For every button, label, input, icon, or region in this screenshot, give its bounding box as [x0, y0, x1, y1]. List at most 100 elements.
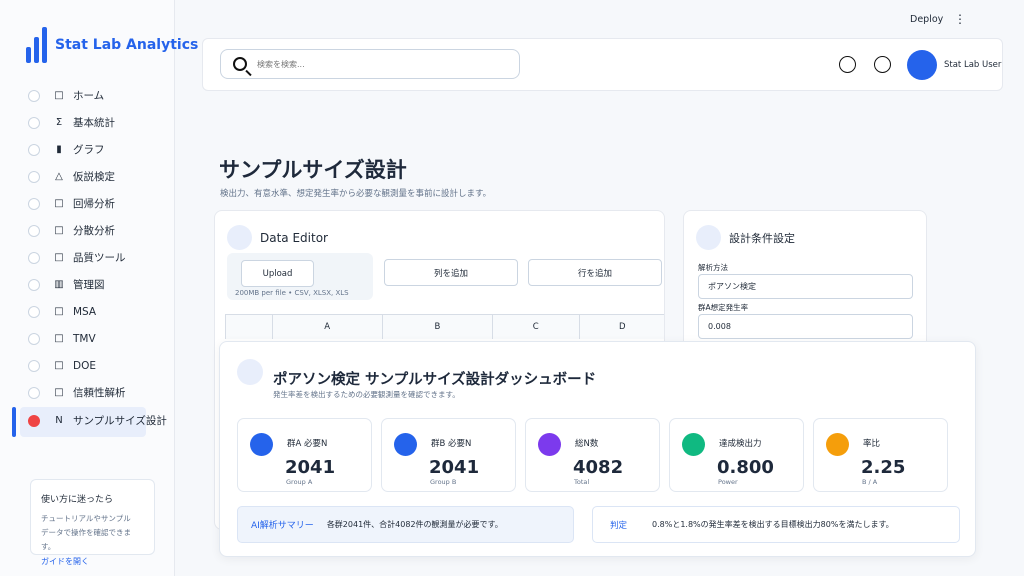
page-subtitle: 検出力、有意水準、想定発生率から必要な観測量を事前に設計します。 [220, 189, 492, 199]
page-icon: □ [54, 360, 64, 371]
sidebar-item-label: DOE [73, 359, 96, 372]
sidebar-item-control-chart[interactable]: ▥ 管理図 [0, 271, 175, 298]
rate-a-input[interactable]: 0.008 [698, 314, 913, 339]
editor-header: Data Editor [227, 225, 328, 250]
page-icon: □ [54, 306, 64, 317]
help-card: 使い方に迷ったら チュートリアルやサンプル データで操作を確認できます。 ガイド… [30, 479, 155, 566]
rate-a-label: 群A想定発生率 [698, 303, 749, 312]
sidebar-item-home[interactable]: □ ホーム [0, 82, 175, 109]
brand[interactable]: Stat Lab Analytics [26, 27, 198, 63]
kpi-dot-icon [682, 433, 705, 456]
radio-icon [28, 251, 40, 264]
radio-icon [28, 116, 40, 129]
kpi-value: 0.800 [717, 457, 774, 478]
kpi-card-total: 総N数 4082 Total [525, 418, 660, 492]
radio-icon [28, 359, 40, 372]
add-column-button[interactable]: 列を追加 [384, 259, 518, 286]
kpi-dot-icon [250, 433, 273, 456]
page-icon: □ [54, 333, 64, 344]
ai-summary-text: 各群2041件、合計4082件の観測量が必要です。 [326, 520, 503, 529]
ai-summary-tag: AI解析サマリー [251, 521, 314, 531]
sidebar-item-basic-stats[interactable]: Σ 基本統計 [0, 109, 175, 136]
guide-link[interactable]: ガイドを開く [41, 556, 144, 567]
sidebar-item-sample-size[interactable]: N サンプルサイズ設計 [0, 407, 175, 437]
kpi-dot-icon [826, 433, 849, 456]
sidebar-item-label: MSA [73, 305, 97, 318]
sidebar-item-label: サンプルサイズ設計 [73, 415, 167, 427]
kpi-label: 群A 必要N [287, 439, 328, 449]
sidebar-item-hypothesis-test[interactable]: △ 仮説検定 [0, 163, 175, 190]
sidebar-item-graph[interactable]: ▮ グラフ [0, 136, 175, 163]
radio-icon [28, 386, 40, 399]
bar-icon: ▮ [56, 144, 62, 155]
notification-icon[interactable] [839, 56, 856, 73]
kpi-card-power: 達成検出力 0.800 Power [669, 418, 804, 492]
page-icon: □ [54, 90, 64, 101]
settings-title: 設計条件設定 [729, 231, 795, 245]
column-header[interactable]: D [579, 315, 664, 339]
sidebar-item-label: TMV [73, 332, 96, 345]
sidebar-item-msa[interactable]: □ MSA [0, 298, 175, 325]
radio-icon [28, 197, 40, 210]
sidebar-item-label: ホーム [73, 90, 105, 102]
sidebar-item-quality-tools[interactable]: □ 品質ツール [0, 244, 175, 271]
kpi-caption: Group B [430, 478, 457, 486]
method-label: 解析方法 [698, 263, 728, 272]
kpi-value: 2041 [285, 457, 336, 478]
editor-title: Data Editor [260, 230, 328, 245]
dashboard-title: ポアソン検定 サンプルサイズ設計ダッシュボード [273, 372, 597, 388]
deploy-button[interactable]: Deploy [910, 14, 943, 25]
page-icon: □ [54, 225, 64, 236]
app-title: Stat Lab Analytics [55, 37, 199, 53]
kpi-caption: Group A [286, 478, 313, 486]
sidebar-item-regression[interactable]: □ 回帰分析 [0, 190, 175, 217]
verdict-tag: 判定 [610, 520, 628, 531]
radio-icon [28, 305, 40, 318]
verdict-box: 判定 0.8%と1.8%の発生率差を検出する目標検出力80%を満たします。 [592, 506, 960, 543]
search-input[interactable] [257, 59, 497, 69]
editor-icon [227, 225, 252, 250]
radio-icon [28, 332, 40, 345]
kebab-menu-icon[interactable]: ⋮ [954, 12, 966, 26]
help-line-1: チュートリアルやサンプル [41, 514, 131, 523]
sidebar-item-label: 品質ツール [73, 252, 126, 264]
column-header[interactable]: C [493, 315, 580, 339]
sigma-icon: Σ [55, 117, 63, 128]
avatar[interactable] [907, 50, 937, 80]
sidebar-item-label: 管理図 [73, 279, 105, 291]
radio-icon [28, 278, 40, 291]
sidebar-item-label: 基本統計 [73, 117, 115, 129]
kpi-card-rate-ratio: 率比 2.25 B / A [813, 418, 948, 492]
sidebar-item-label: 回帰分析 [73, 198, 115, 210]
user-name: Stat Lab User [944, 60, 1002, 70]
page-icon: □ [54, 387, 64, 398]
ai-summary-box: AI解析サマリー 各群2041件、合計4082件の観測量が必要です。 [237, 506, 574, 543]
sidebar-item-label: グラフ [73, 144, 105, 156]
upload-dropzone[interactable]: Upload 200MB per file • CSV, XLSX, XLS [227, 253, 373, 300]
settings-icon[interactable] [874, 56, 891, 73]
settings-card-icon [696, 225, 721, 250]
sidebar-item-tmv[interactable]: □ TMV [0, 325, 175, 352]
sidebar-item-reliability[interactable]: □ 信頼性解析 [0, 379, 175, 406]
method-select[interactable]: ポアソン検定 [698, 274, 913, 299]
column-header[interactable]: A [272, 315, 383, 339]
search-box[interactable] [220, 49, 520, 79]
upload-hint: 200MB per file • CSV, XLSX, XLS [235, 289, 349, 297]
dashboard-panel: ポアソン検定 サンプルサイズ設計ダッシュボード 発生率差を検出するための必要観測… [219, 341, 976, 557]
sidebar-item-doe[interactable]: □ DOE [0, 352, 175, 379]
data-grid-header: A B C D [225, 314, 664, 344]
bar-chart-logo-icon [26, 27, 47, 63]
row-index-header[interactable] [225, 315, 273, 339]
kpi-label: 率比 [863, 439, 881, 449]
column-header[interactable]: B [382, 315, 494, 339]
kpi-label: 総N数 [575, 439, 599, 449]
kpi-caption: Power [718, 478, 738, 486]
add-row-button[interactable]: 行を追加 [528, 259, 662, 286]
upload-button[interactable]: Upload [241, 260, 314, 287]
sidebar-item-anova[interactable]: □ 分散分析 [0, 217, 175, 244]
grid-icon: ▥ [54, 279, 64, 290]
search-icon [233, 57, 247, 71]
verdict-text: 0.8%と1.8%の発生率差を検出する目標検出力80%を満たします。 [652, 520, 894, 529]
sidebar-nav: □ ホーム Σ 基本統計 ▮ グラフ △ 仮説検定 □ 回帰分析 □ 分散分析 [0, 82, 175, 437]
active-indicator [12, 407, 16, 437]
